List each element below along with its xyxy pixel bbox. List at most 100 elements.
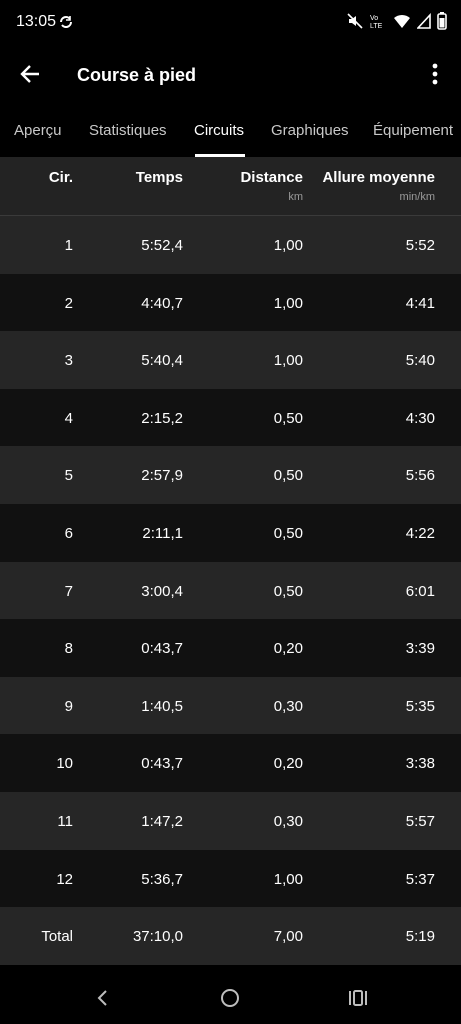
mute-icon (347, 13, 363, 29)
cell-distance: 1,00 (273, 352, 303, 370)
header-distance-unit: km (288, 191, 303, 203)
cell-lap: 12 (56, 870, 73, 888)
cell-pace: 4:30 (405, 409, 435, 427)
cell-distance: 0,20 (273, 755, 303, 773)
cell-pace: 4:41 (405, 294, 435, 312)
cell-pace: 4:22 (405, 524, 435, 542)
cell-pace: 3:38 (405, 755, 435, 773)
cell-distance: 0,20 (273, 640, 303, 658)
cell-pace: 5:52 (405, 237, 435, 254)
sync-icon (60, 16, 72, 28)
tab-circuits[interactable]: Circuits (194, 122, 244, 139)
cell-time: 5:52,4 (141, 237, 183, 254)
tab-graphiques[interactable]: Graphiques (271, 122, 349, 139)
total-row: Total 37:10,0 7,00 5:19 (0, 907, 461, 965)
table-row[interactable]: 11 1:47,2 0,30 5:57 (0, 791, 461, 850)
app-bar: Course à pied (0, 44, 461, 108)
cell-lap: 10 (56, 755, 73, 773)
cell-lap: 4 (64, 409, 73, 427)
tab-apercu[interactable]: Aperçu (14, 122, 62, 139)
table-row[interactable]: 3 5:40,4 1,00 5:40 (0, 331, 461, 389)
tab-statistiques[interactable]: Statistiques (89, 122, 167, 139)
tab-bar: Aperçu Statistiques Circuits Graphiques … (0, 112, 461, 158)
cell-time: 2:57,9 (141, 467, 183, 485)
cell-time: 5:36,7 (141, 870, 183, 888)
cell-pace: 5:37 (405, 870, 435, 888)
cell-lap: 11 (57, 812, 73, 830)
nav-home-icon (221, 989, 239, 1007)
total-label: Total (41, 928, 73, 946)
table-row[interactable]: 5 2:57,9 0,50 5:56 (0, 446, 461, 504)
cell-time: 1:47,2 (141, 812, 183, 830)
cell-distance: 0,30 (273, 812, 303, 830)
cell-lap: 9 (64, 697, 73, 715)
cell-lap: 1 (64, 237, 73, 254)
total-pace: 5:19 (405, 928, 435, 946)
cell-time: 0:43,7 (141, 640, 183, 658)
cell-time: 5:40,4 (141, 352, 183, 370)
cell-distance: 0,50 (273, 467, 303, 485)
header-pace-unit: min/km (399, 191, 435, 203)
cell-distance: 0,50 (273, 582, 303, 600)
cell-time: 1:40,5 (141, 697, 183, 715)
back-arrow-icon (20, 65, 39, 83)
cell-lap: 6 (64, 524, 73, 542)
cell-lap: 2 (64, 294, 73, 312)
cell-time: 4:40,7 (141, 294, 183, 312)
cell-pace: 5:40 (405, 352, 435, 370)
more-vert-icon (432, 63, 438, 85)
tab-equipement[interactable]: Équipement (373, 122, 453, 139)
cell-pace: 5:35 (405, 697, 435, 715)
nav-back-button[interactable] (90, 986, 114, 1010)
cell-time: 0:43,7 (141, 755, 183, 773)
cell-time: 2:11,1 (142, 524, 183, 542)
cell-distance: 0,50 (273, 524, 303, 542)
table-row[interactable]: 10 0:43,7 0,20 3:38 (0, 734, 461, 792)
table-body: 1 5:52,4 1,00 5:52 2 4:40,7 1,00 4:41 3 5:40,4 1,0… (0, 216, 461, 908)
more-options-button[interactable] (419, 58, 451, 90)
cell-pace: 5:57 (405, 812, 435, 830)
status-icons: Vo LTE (347, 12, 447, 30)
table-row[interactable]: 7 3:00,4 0,50 6:01 (0, 561, 461, 620)
wifi-icon (394, 14, 410, 28)
header-pace: Allure moyenne (322, 169, 435, 186)
back-button[interactable] (14, 58, 46, 90)
nav-recents-icon (349, 990, 367, 1006)
table-header: Cir. Temps Distance km Allure moyenne mi… (0, 157, 461, 216)
status-bar: 13:05 Vo LTE (0, 0, 461, 44)
table-row[interactable]: 12 5:36,7 1,00 5:37 (0, 849, 461, 908)
table-row[interactable]: 1 5:52,4 1,00 5:52 (0, 216, 461, 274)
status-time: 13:05 (16, 13, 57, 30)
laps-table: Cir. Temps Distance km Allure moyenne mi… (0, 157, 461, 965)
total-time: 37:10,0 (132, 928, 183, 946)
cell-distance: 0,30 (273, 697, 303, 715)
cell-pace: 5:56 (405, 467, 435, 485)
cell-distance: 0,50 (273, 409, 303, 427)
table-row[interactable]: 2 4:40,7 1,00 4:41 (0, 273, 461, 332)
cell-lap: 8 (64, 640, 73, 658)
table-row[interactable]: 4 2:15,2 0,50 4:30 (0, 388, 461, 447)
nav-home-button[interactable] (218, 986, 242, 1010)
nav-recents-button[interactable] (346, 986, 370, 1010)
header-time: Temps (135, 169, 183, 186)
cell-pace: 3:39 (405, 640, 435, 658)
volte-icon: Vo LTE (370, 15, 383, 29)
header-distance: Distance (240, 169, 303, 186)
signal-icon (417, 13, 431, 29)
cell-lap: 3 (64, 352, 73, 370)
table-row[interactable]: 6 2:11,1 0,50 4:22 (0, 503, 461, 562)
cell-lap: 5 (64, 467, 73, 485)
svg-text:Vo: Vo (370, 15, 378, 22)
table-row[interactable]: 8 0:43,7 0,20 3:39 (0, 619, 461, 677)
cell-time: 2:15,2 (141, 409, 183, 427)
cell-distance: 1,00 (273, 237, 303, 254)
cell-distance: 1,00 (273, 870, 303, 888)
cell-pace: 6:01 (405, 582, 435, 600)
total-distance: 7,00 (273, 928, 303, 946)
cell-time: 3:00,4 (141, 582, 183, 600)
system-nav-bar (0, 972, 461, 1024)
cell-distance: 1,00 (273, 294, 303, 312)
page-title: Course à pied (77, 65, 197, 85)
svg-text:LTE: LTE (370, 23, 383, 29)
table-row[interactable]: 9 1:40,5 0,30 5:35 (0, 676, 461, 735)
